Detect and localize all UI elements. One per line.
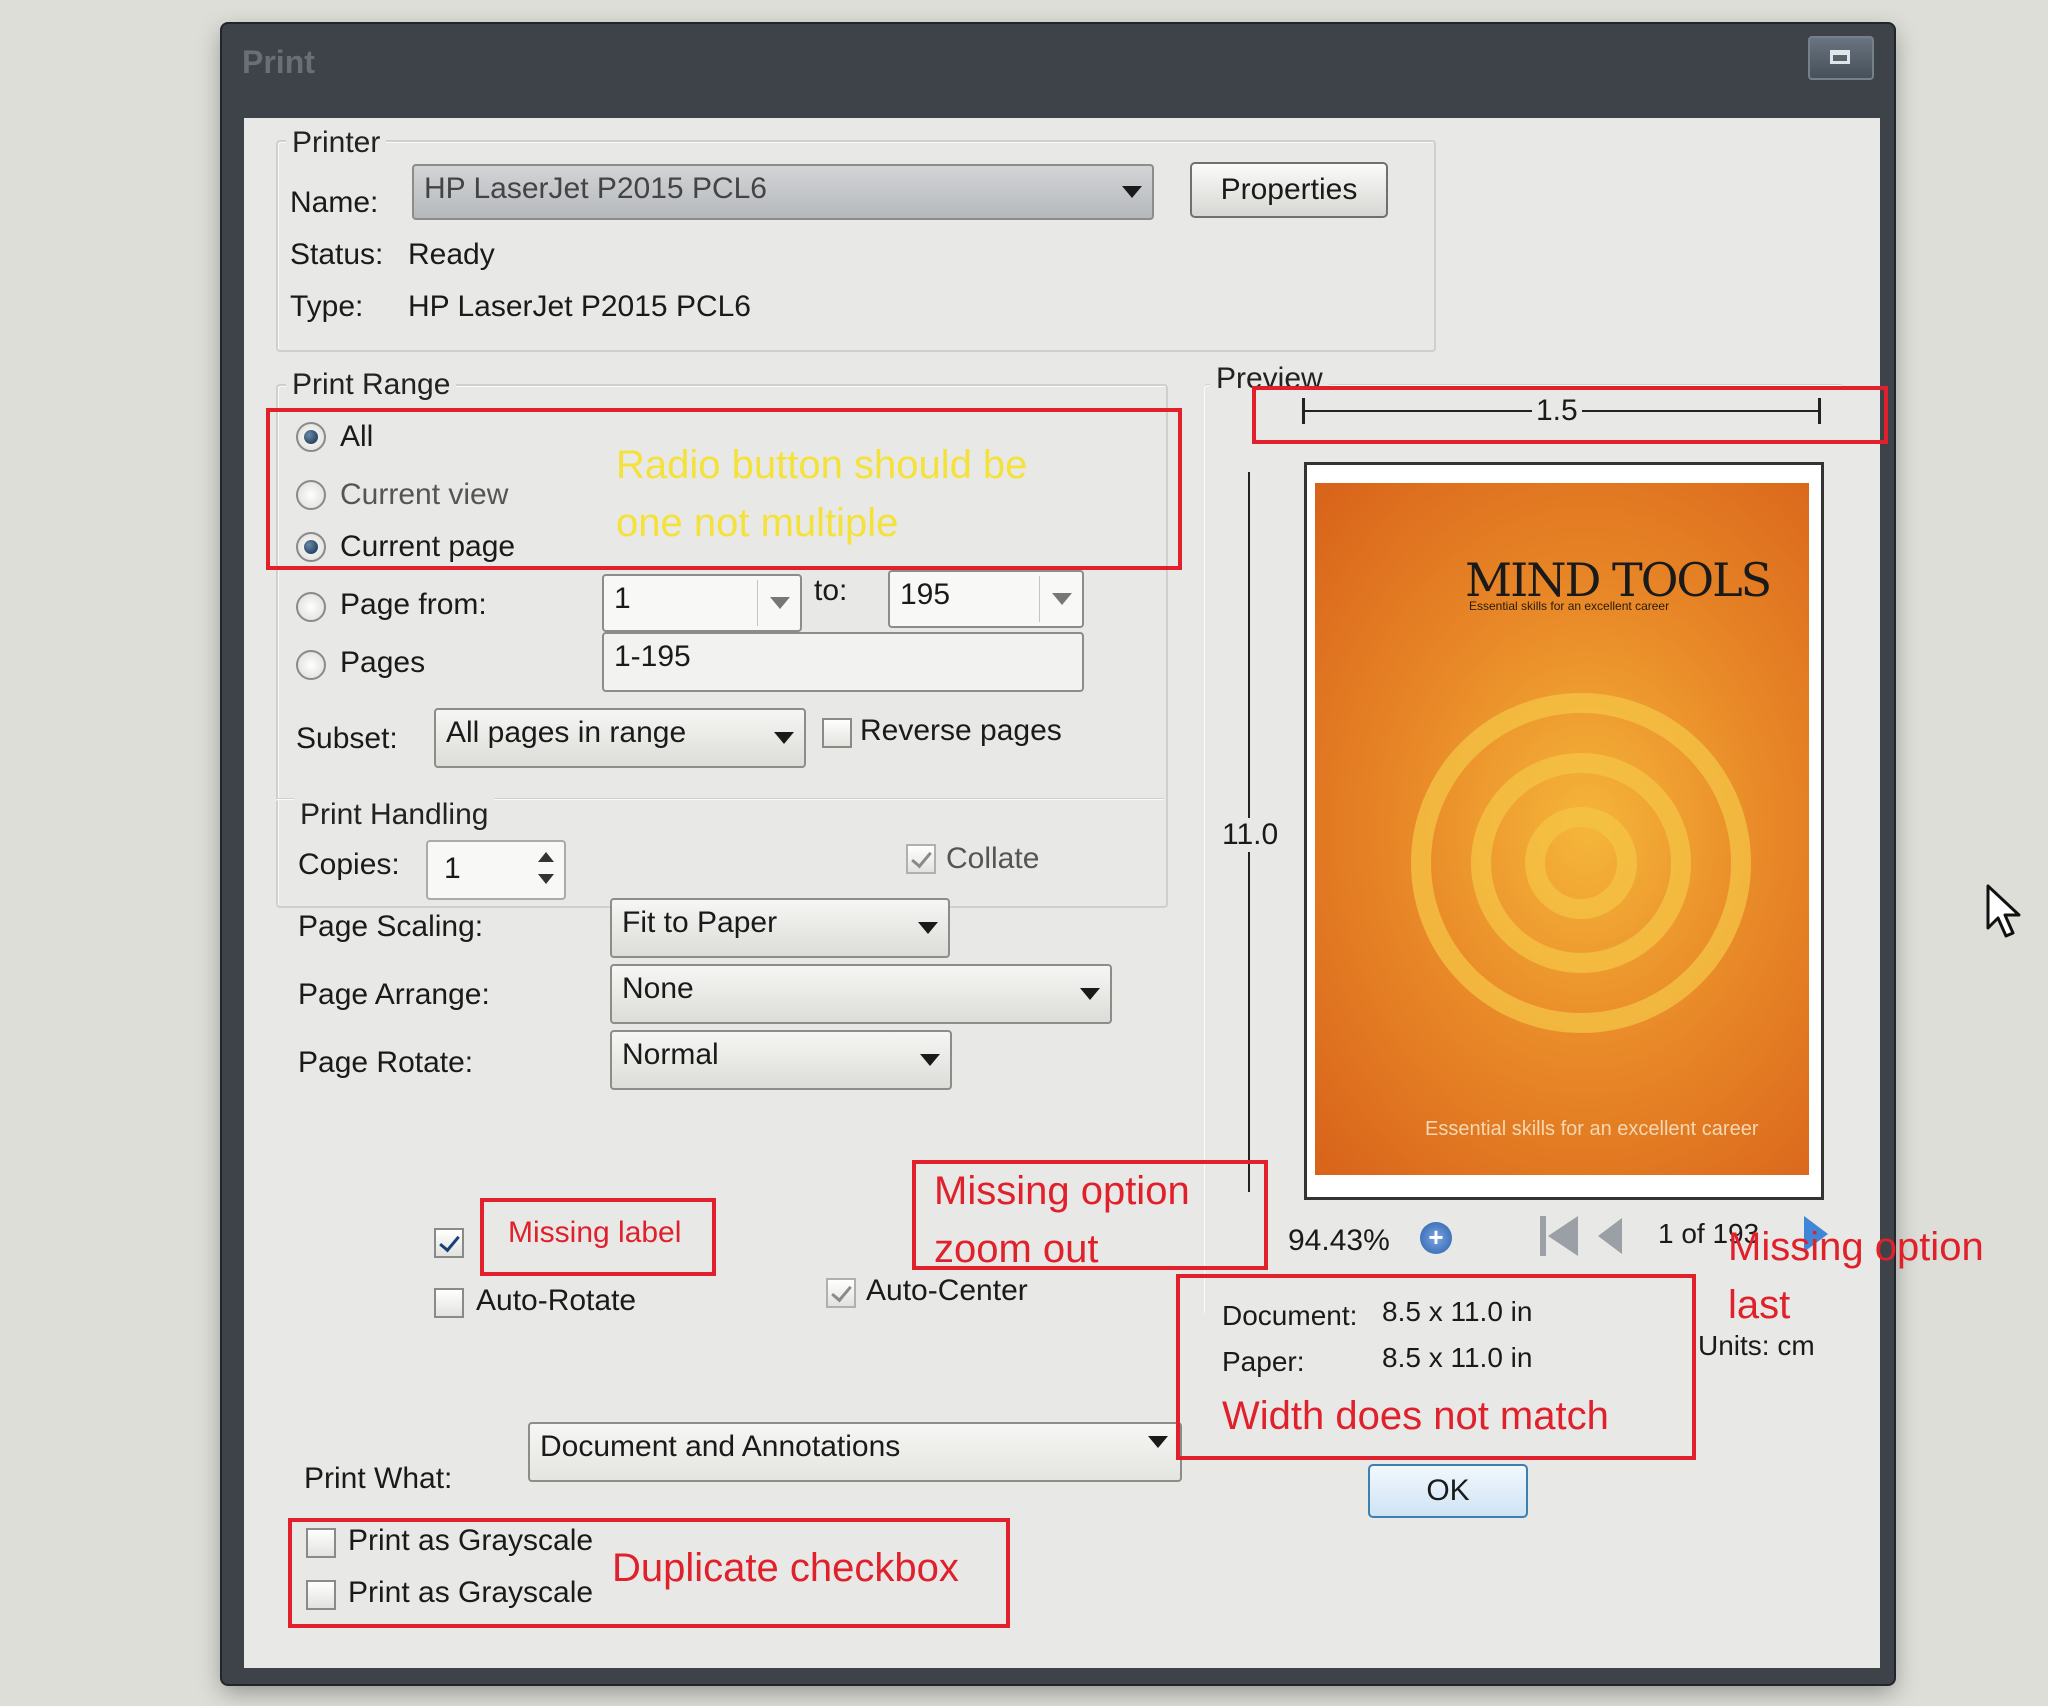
annotation-duplicate-text: Duplicate checkbox — [612, 1546, 959, 1590]
printer-status-value: Ready — [408, 238, 495, 271]
annotation-last-text: Missing option last — [1728, 1225, 1984, 1327]
chevron-down-icon — [918, 922, 938, 934]
print-range-group-title: Print Range — [286, 368, 457, 402]
printer-name-value: HP LaserJet P2015 PCL6 — [424, 172, 767, 205]
copies-spinner[interactable]: 1 — [426, 840, 566, 900]
printer-type-value: HP LaserJet P2015 PCL6 — [408, 290, 751, 323]
printer-status-label: Status: — [290, 238, 384, 271]
page-to-select[interactable]: 195 — [888, 570, 1084, 628]
units-label: Units: cm — [1698, 1330, 1815, 1361]
range-pages-radio[interactable] — [296, 650, 326, 680]
copies-label: Copies: — [298, 848, 400, 881]
reverse-pages-checkbox[interactable] — [822, 718, 852, 748]
spin-up-icon[interactable] — [538, 852, 554, 862]
annotation-zoom-out-text: Missing option zoom out — [934, 1169, 1190, 1271]
auto-rotate-label: Auto-Rotate — [476, 1284, 637, 1317]
zoom-value: 94.43% — [1288, 1224, 1390, 1257]
auto-center-checkbox[interactable] — [826, 1278, 856, 1308]
page-to-value: 195 — [900, 578, 951, 611]
chevron-down-icon — [774, 732, 794, 744]
page-scaling-select[interactable]: Fit to Paper — [610, 898, 950, 958]
print-handling-group-title: Print Handling — [294, 798, 495, 832]
subset-value: All pages in range — [446, 716, 687, 749]
page-rotate-select[interactable]: Normal — [610, 1030, 952, 1090]
printer-name-select[interactable]: HP LaserJet P2015 PCL6 — [412, 164, 1154, 220]
properties-button[interactable]: Properties — [1190, 162, 1388, 218]
chevron-down-icon — [1052, 593, 1072, 605]
page-from-select[interactable]: 1 — [602, 574, 802, 632]
auto-center-label: Auto-Center — [866, 1274, 1028, 1307]
preview-page: MIND TOOLS Essential skills for an excel… — [1304, 462, 1824, 1200]
height-dimension-label: 11.0 — [1222, 818, 1279, 852]
maximize-icon — [1830, 50, 1850, 64]
pages-input[interactable]: 1-195 — [602, 632, 1084, 692]
print-what-value: Document and Annotations — [540, 1430, 901, 1463]
page-scaling-value: Fit to Paper — [622, 906, 778, 939]
page-to-label: to: — [814, 574, 848, 607]
page-scaling-label: Page Scaling: — [298, 910, 484, 943]
page-from-value: 1 — [614, 582, 631, 615]
collate-label: Collate — [946, 842, 1040, 875]
printer-type-label: Type: — [290, 290, 364, 323]
page-rotate-label: Page Rotate: — [298, 1046, 474, 1079]
previous-page-icon[interactable] — [1598, 1218, 1622, 1254]
pages-value: 1-195 — [614, 640, 691, 673]
print-what-label: Print What: — [304, 1462, 453, 1495]
cover-image: MIND TOOLS Essential skills for an excel… — [1315, 483, 1809, 1175]
ok-button[interactable]: OK — [1368, 1464, 1528, 1518]
copies-value: 1 — [444, 852, 461, 885]
chevron-down-icon — [1122, 186, 1142, 198]
reverse-pages-label: Reverse pages — [860, 714, 1062, 747]
subset-select[interactable]: All pages in range — [434, 708, 806, 768]
chevron-down-icon — [920, 1054, 940, 1066]
range-page-from-radio[interactable] — [296, 592, 326, 622]
page-arrange-label: Page Arrange: — [298, 978, 490, 1011]
annotation-width-mismatch-text: Width does not match — [1222, 1394, 1609, 1438]
pages-label: Pages — [340, 646, 426, 679]
first-page-icon[interactable] — [1540, 1216, 1584, 1256]
page-from-label: Page from: — [340, 588, 487, 621]
annotation-missing-label-text: Missing label — [508, 1216, 682, 1249]
maximize-button[interactable] — [1808, 36, 1874, 80]
mouse-cursor-icon — [1986, 884, 2021, 938]
spin-down-icon[interactable] — [538, 874, 554, 884]
page-arrange-value: None — [622, 972, 694, 1005]
printer-group-title: Printer — [286, 126, 387, 160]
chevron-down-icon — [770, 597, 790, 609]
cover-footer: Essential skills for an excellent career — [1425, 1118, 1759, 1140]
window-title: Print — [242, 44, 315, 80]
cover-tagline: Essential skills for an excellent career — [1469, 599, 1670, 613]
subset-label: Subset: — [296, 722, 398, 755]
chevron-down-icon — [1080, 988, 1100, 1000]
print-what-select[interactable]: Document and Annotations — [528, 1422, 1182, 1482]
page-arrange-select[interactable]: None — [610, 964, 1112, 1024]
printer-name-label: Name: — [290, 186, 379, 219]
unlabeled-checkbox[interactable] — [434, 1228, 464, 1258]
annotation-radio-text: Radio button should be one not multiple — [616, 443, 1028, 545]
zoom-in-icon[interactable]: + — [1420, 1222, 1452, 1254]
collate-checkbox[interactable] — [906, 844, 936, 874]
annotation-width-dim-box — [1252, 386, 1888, 444]
chevron-down-icon — [1148, 1436, 1168, 1448]
page-rotate-value: Normal — [622, 1038, 719, 1071]
dialog-client-area: Printer Name: HP LaserJet P2015 PCL6 Pro… — [244, 118, 1984, 1668]
auto-rotate-checkbox[interactable] — [434, 1288, 464, 1318]
